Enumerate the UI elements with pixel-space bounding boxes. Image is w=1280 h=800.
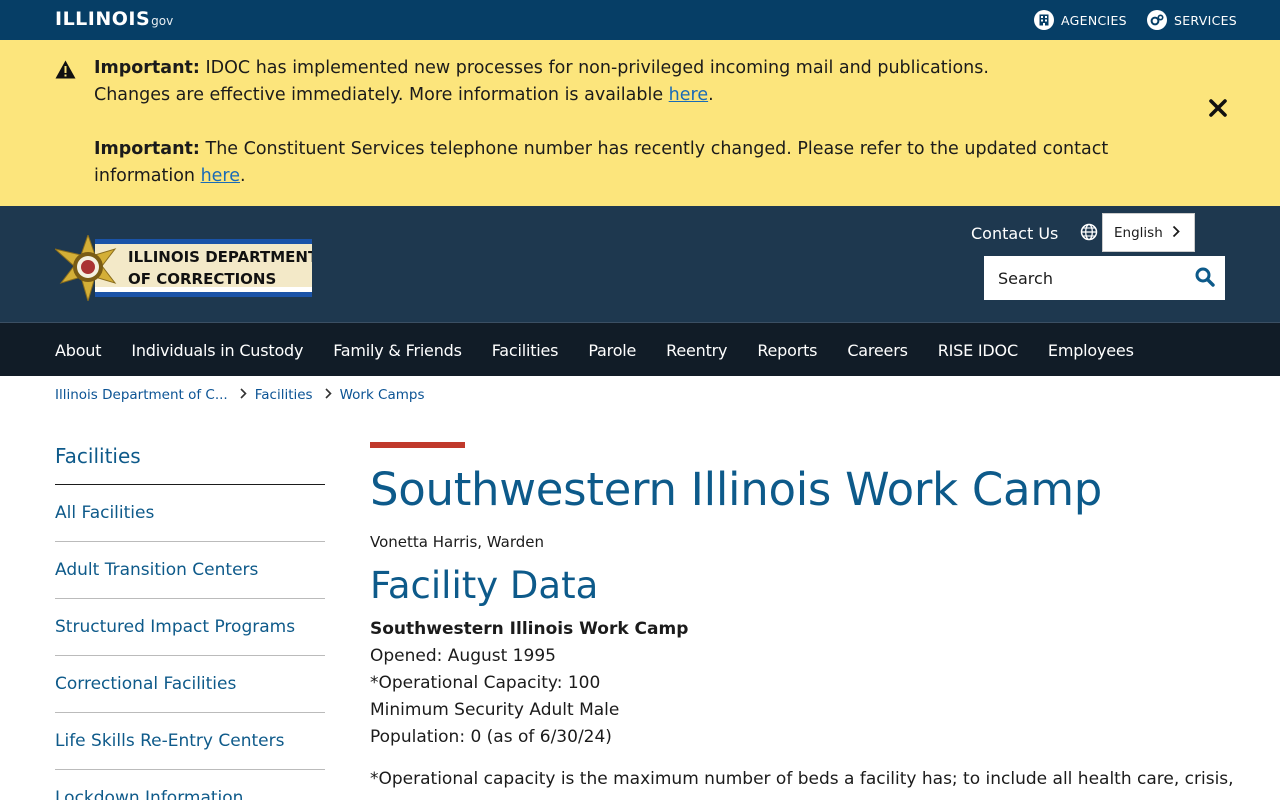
idoc-logo[interactable]: ILLINOIS DEPARTMENT OF CORRECTIONS — [54, 233, 319, 303]
sidebar-title[interactable]: Facilities — [55, 438, 325, 485]
mail-info-link[interactable]: here — [669, 85, 708, 105]
chevron-right-icon — [325, 387, 332, 403]
breadcrumb: Illinois Department of C... Facilities W… — [55, 386, 425, 404]
alert-messages: Important: IDOC has implemented new proc… — [94, 55, 1204, 190]
facility-security: Minimum Security Adult Male — [370, 700, 620, 720]
contact-info-link[interactable]: here — [201, 166, 240, 186]
facility-name: Southwestern Illinois Work Camp — [370, 619, 689, 639]
alert-text: IDOC has implemented new processes for n… — [199, 58, 989, 78]
nav-item-careers[interactable]: Careers — [847, 341, 908, 360]
warden-name: Vonetta Harris, Warden — [370, 533, 545, 551]
idoc-logo-graphic: ILLINOIS DEPARTMENT OF CORRECTIONS — [54, 233, 319, 303]
sidebar-item-all-facilities[interactable]: All Facilities — [55, 485, 325, 542]
main-navigation: About Individuals in Custody Family & Fr… — [0, 322, 1280, 376]
nav-item-parole[interactable]: Parole — [588, 341, 636, 360]
gears-icon — [1147, 10, 1167, 30]
breadcrumb-item-home[interactable]: Illinois Department of C... — [55, 387, 228, 403]
nav-item-individuals-in-custody[interactable]: Individuals in Custody — [131, 341, 303, 360]
sidebar-item-adult-transition-centers[interactable]: Adult Transition Centers — [55, 542, 325, 599]
illinois-logo-word: ILLINOIS — [55, 8, 151, 30]
breadcrumb-item-work-camps[interactable]: Work Camps — [340, 387, 425, 403]
capacity-note: *Operational capacity is the maximum num… — [370, 769, 1234, 789]
nav-item-reports[interactable]: Reports — [757, 341, 817, 360]
alert-period: . — [240, 166, 246, 186]
nav-item-facilities[interactable]: Facilities — [492, 341, 559, 360]
main-nav-list: About Individuals in Custody Family & Fr… — [55, 323, 1164, 377]
sidebar: Facilities All Facilities Adult Transiti… — [55, 438, 325, 800]
important-alert-banner: Important: IDOC has implemented new proc… — [0, 40, 1280, 206]
sidebar-item-life-skills[interactable]: Life Skills Re-Entry Centers — [55, 713, 325, 770]
alert-strong: Important: — [94, 58, 200, 78]
facility-population: Population: 0 (as of 6/30/24) — [370, 727, 612, 747]
nav-item-reentry[interactable]: Reentry — [666, 341, 727, 360]
search-input[interactable] — [984, 268, 1184, 288]
sidebar-item-correctional-facilities[interactable]: Correctional Facilities — [55, 656, 325, 713]
sidebar-item-structured-impact-programs[interactable]: Structured Impact Programs — [55, 599, 325, 656]
agencies-label: AGENCIES — [1061, 12, 1127, 28]
alert-message-phone: Important: The Constituent Services tele… — [94, 136, 1204, 190]
chevron-right-icon — [1172, 225, 1180, 242]
alert-strong: Important: — [94, 139, 200, 159]
services-link[interactable]: SERVICES — [1147, 10, 1237, 30]
facility-data-heading: Facility Data — [370, 564, 599, 607]
nav-item-rise-idoc[interactable]: RISE IDOC — [938, 341, 1018, 360]
nav-item-family-friends[interactable]: Family & Friends — [333, 341, 462, 360]
alert-text: Changes are effective immediately. More … — [94, 85, 669, 105]
illinois-logo-tld: gov — [151, 14, 174, 28]
breadcrumb-item-facilities[interactable]: Facilities — [255, 387, 313, 403]
search-icon[interactable] — [1195, 267, 1215, 287]
facility-opened: Opened: August 1995 — [370, 646, 556, 666]
close-icon[interactable] — [1208, 98, 1228, 118]
alert-message-mail: Important: IDOC has implemented new proc… — [94, 55, 1204, 109]
main-content: Southwestern Illinois Work Camp Vonetta … — [370, 442, 1250, 793]
alert-text: The Constituent Services telephone numbe… — [94, 139, 1109, 186]
contact-us-link[interactable]: Contact Us — [971, 224, 1058, 244]
title-accent-bar — [370, 442, 465, 448]
nav-item-about[interactable]: About — [55, 341, 102, 360]
language-selector[interactable]: English — [1102, 213, 1195, 252]
language-label: English — [1114, 224, 1163, 241]
alert-period: . — [708, 85, 714, 105]
chevron-right-icon — [240, 387, 247, 403]
services-label: SERVICES — [1174, 12, 1238, 28]
nav-item-employees[interactable]: Employees — [1048, 341, 1134, 360]
building-icon — [1034, 10, 1054, 30]
facility-capacity: *Operational Capacity: 100 — [370, 673, 601, 693]
gov-top-bar: ILLINOIS gov AGENCIES SERVICES — [0, 0, 1280, 40]
illinois-gov-logo[interactable]: ILLINOIS gov — [55, 8, 173, 32]
agency-name-line2: OF CORRECTIONS — [128, 270, 276, 288]
agencies-link[interactable]: AGENCIES — [1034, 10, 1127, 30]
sidebar-item-lockdown-information[interactable]: Lockdown Information — [55, 770, 325, 800]
warning-icon — [55, 60, 76, 79]
site-header: ILLINOIS DEPARTMENT OF CORRECTIONS Conta… — [0, 206, 1280, 322]
globe-icon — [1080, 223, 1098, 241]
agency-name-line1: ILLINOIS DEPARTMENT — [128, 248, 312, 266]
page-title: Southwestern Illinois Work Camp — [370, 463, 1103, 516]
facility-facts: Southwestern Illinois Work Camp Opened: … — [370, 616, 1250, 751]
site-search — [984, 256, 1225, 300]
